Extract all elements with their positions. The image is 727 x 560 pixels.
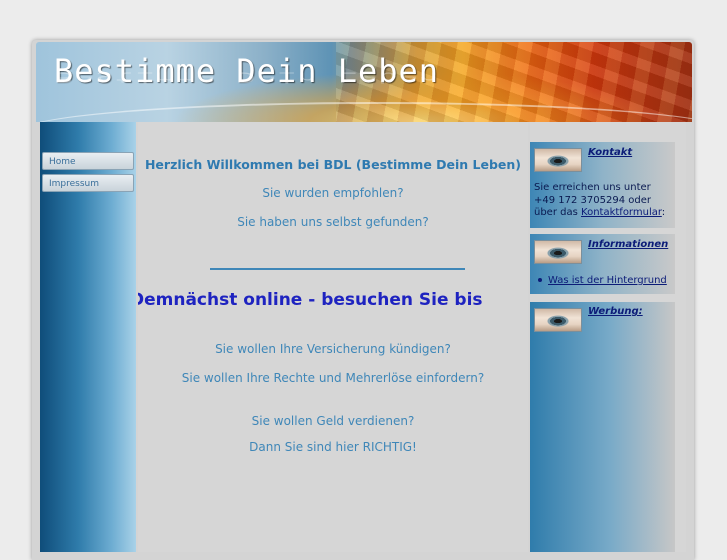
kontakt-via: über das <box>534 207 578 218</box>
kontakt-box: Kontakt Sie erreichen uns unter +49 172 … <box>530 142 675 228</box>
informationen-title[interactable]: Informationen <box>588 239 668 250</box>
welcome-heading: Herzlich Willkommen bei BDL (Bestimme De… <box>144 157 522 172</box>
hintergrund-link[interactable]: Was ist der Hintergrund <box>548 275 667 286</box>
kontakt-text: Sie erreichen uns unter +49 172 3705294 … <box>534 182 674 220</box>
site-title-reflection: Bestimme Dein Leben <box>54 68 440 86</box>
nav-item-home[interactable]: Home <box>42 152 134 170</box>
header-banner: Bestimme Dein Leben Bestimme Dein Leben <box>36 42 692 122</box>
text-earn-money: Sie wollen Geld verdienen? <box>251 414 415 428</box>
nav-item-impressum[interactable]: Impressum <box>42 174 134 192</box>
text-found-yourself: Sie haben uns selbst gefunden? <box>237 215 429 229</box>
divider <box>210 268 465 270</box>
eye-image <box>534 148 582 172</box>
werbung-box: Werbung: <box>530 302 675 552</box>
kontakt-form-line: über das Kontaktformular: <box>534 207 674 220</box>
kontakt-title[interactable]: Kontakt <box>588 147 632 158</box>
kontakt-colon: : <box>661 207 666 218</box>
marquee-label: Demnächst online - besuchen Sie bis <box>138 290 483 310</box>
hintergrund-list-item: Was ist der Hintergrund <box>538 275 667 286</box>
informationen-box: Informationen Was ist der Hintergrund <box>530 234 675 294</box>
text-rights: Sie wollen Ihre Rechte und Mehrerlöse ei… <box>181 371 485 385</box>
main-content: Herzlich Willkommen bei BDL (Bestimme De… <box>138 122 528 552</box>
kontaktformular-link[interactable]: Kontaktformular <box>581 207 662 218</box>
text-insurance: Sie wollen Ihre Versicherung kündigen? <box>215 342 451 356</box>
eye-image <box>534 308 582 332</box>
marquee-text: Demnächst online - besuchen Sie bis <box>138 290 528 310</box>
eye-image <box>534 240 582 264</box>
kontakt-phone: +49 172 3705294 oder <box>534 194 651 206</box>
text-right-place: Dann Sie sind hier RICHTIG! <box>249 440 417 454</box>
kontakt-intro: Sie erreichen uns unter <box>534 182 651 193</box>
text-recommended: Sie wurden empfohlen? <box>262 186 404 200</box>
bullet <box>538 278 542 282</box>
werbung-title[interactable]: Werbung: <box>588 306 643 317</box>
